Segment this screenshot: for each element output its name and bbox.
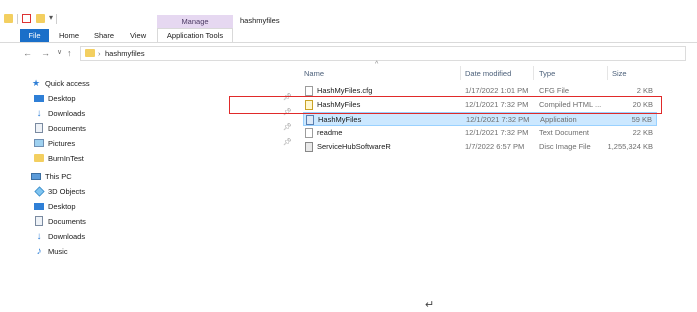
column-header-date-modified[interactable]: Date modified	[465, 69, 511, 78]
sidebar-item-downloads[interactable]: ↓ Downloads	[34, 230, 86, 242]
new-folder-icon[interactable]	[36, 14, 45, 23]
sidebar-item-burnintest[interactable]: BurnInTest	[34, 152, 84, 164]
breadcrumb-hashmyfiles[interactable]: hashmyfiles	[105, 49, 145, 58]
sidebar-item-label: Documents	[48, 123, 86, 133]
forward-arrow-icon[interactable]: →	[41, 47, 50, 59]
downloads-icon: ↓	[36, 230, 42, 242]
tab-share[interactable]: Share	[94, 29, 114, 42]
folder-icon	[85, 49, 95, 57]
file-size: 59 KB	[631, 115, 652, 124]
folder-icon	[34, 154, 44, 163]
sidebar-item-documents[interactable]: Documents	[34, 215, 86, 227]
documents-icon	[34, 216, 44, 226]
folder-icon	[4, 14, 13, 23]
file-date: 1/7/2022 6:57 PM	[465, 142, 525, 151]
file-type: Disc Image File	[539, 142, 591, 151]
file-row[interactable]: readme 12/1/2021 7:32 PM Text Document 2…	[303, 126, 657, 140]
file-date: 1/17/2022 1:01 PM	[465, 86, 529, 95]
address-bar[interactable]	[80, 46, 686, 61]
desktop-icon	[34, 202, 44, 211]
column-divider[interactable]	[533, 66, 534, 80]
sidebar-item-label: Pictures	[48, 138, 76, 148]
up-arrow-icon[interactable]: ↑	[67, 47, 72, 59]
sidebar-item-music[interactable]: ♪ Music	[34, 245, 68, 257]
sidebar-item-3d-objects[interactable]: 3D Objects	[33, 185, 86, 197]
file-name: ServiceHubSoftwareR	[317, 142, 391, 151]
sidebar-item-label: Downloads	[48, 231, 86, 241]
column-header-size[interactable]: Size	[612, 69, 627, 78]
disc-image-icon	[305, 142, 313, 152]
sidebar-item-label: Desktop	[48, 93, 76, 103]
this-pc-node[interactable]: This PC	[31, 170, 72, 182]
toolbar-divider	[56, 14, 57, 24]
highlight-annotation-box	[229, 96, 662, 114]
desktop-icon	[34, 94, 44, 103]
contextual-tab-group-manage: Manage	[157, 15, 233, 28]
this-pc-label: This PC	[45, 171, 72, 181]
column-divider[interactable]	[460, 66, 461, 80]
file-type: Text Document	[539, 128, 590, 137]
application-icon	[306, 115, 314, 125]
file-name: HashMyFiles	[318, 115, 362, 124]
tab-application-tools[interactable]: Application Tools	[157, 28, 233, 42]
sidebar-item-label: Documents	[48, 216, 86, 226]
tab-view[interactable]: View	[130, 29, 146, 42]
file-row-selected[interactable]: HashMyFiles 12/1/2021 7:32 PM Applicatio…	[303, 112, 657, 126]
file-size: 1,255,324 KB	[607, 142, 653, 151]
sort-indicator-icon: ^	[375, 61, 379, 68]
sidebar-item-documents[interactable]: Documents	[34, 122, 86, 134]
pictures-icon	[34, 139, 44, 148]
quick-access-node[interactable]: ★ Quick access	[31, 77, 90, 89]
column-header-name[interactable]: Name	[304, 69, 324, 78]
downloads-icon: ↓	[36, 107, 42, 119]
back-arrow-icon[interactable]: ←	[23, 47, 32, 59]
star-icon: ★	[31, 77, 41, 88]
cfg-file-icon	[305, 86, 313, 96]
file-name: readme	[317, 128, 343, 137]
recent-locations-chevron-icon[interactable]: ∨	[57, 47, 62, 59]
file-date: 12/1/2021 7:32 PM	[466, 115, 530, 124]
sidebar-item-label: Music	[48, 246, 68, 256]
sidebar-item-label: 3D Objects	[48, 186, 86, 196]
3d-objects-icon	[33, 185, 45, 197]
file-name: HashMyFiles.cfg	[317, 86, 373, 95]
sidebar-item-downloads[interactable]: ↓ Downloads	[34, 107, 86, 119]
file-type: Application	[540, 115, 577, 124]
sidebar-item-label: Downloads	[48, 108, 86, 118]
breadcrumb-separator: ›	[98, 49, 101, 58]
documents-icon	[34, 123, 44, 133]
text-file-icon	[305, 128, 313, 138]
sidebar-item-desktop[interactable]: Desktop	[34, 200, 76, 212]
file-row[interactable]: ServiceHubSoftwareR 1/7/2022 6:57 PM Dis…	[303, 140, 657, 154]
toolbar-divider	[17, 14, 18, 24]
pin-icon[interactable]: 📌︎	[283, 138, 292, 146]
sidebar-item-label: BurnInTest	[48, 153, 84, 163]
sidebar-item-pictures[interactable]: Pictures	[34, 137, 75, 149]
ribbon-divider	[0, 42, 697, 43]
pin-icon[interactable]: 📌︎	[283, 123, 292, 131]
computer-icon	[31, 172, 41, 181]
column-divider[interactable]	[607, 66, 608, 80]
tab-home[interactable]: Home	[59, 29, 79, 42]
window-title: hashmyfiles	[240, 16, 280, 25]
properties-icon[interactable]	[22, 14, 31, 23]
music-icon: ♪	[36, 245, 42, 257]
file-size: 22 KB	[632, 128, 653, 137]
file-date: 12/1/2021 7:32 PM	[465, 128, 529, 137]
file-type: CFG File	[539, 86, 569, 95]
sidebar-item-label: Desktop	[48, 201, 76, 211]
tab-file[interactable]: File	[20, 29, 49, 42]
customize-toolbar-icon[interactable]: ▾	[49, 13, 53, 22]
cursor-return-icon: ↵	[425, 299, 435, 311]
quick-access-label: Quick access	[45, 78, 90, 88]
column-header-type[interactable]: Type	[539, 69, 555, 78]
file-size: 2 KB	[636, 86, 653, 95]
sidebar-item-desktop[interactable]: Desktop	[34, 92, 76, 104]
